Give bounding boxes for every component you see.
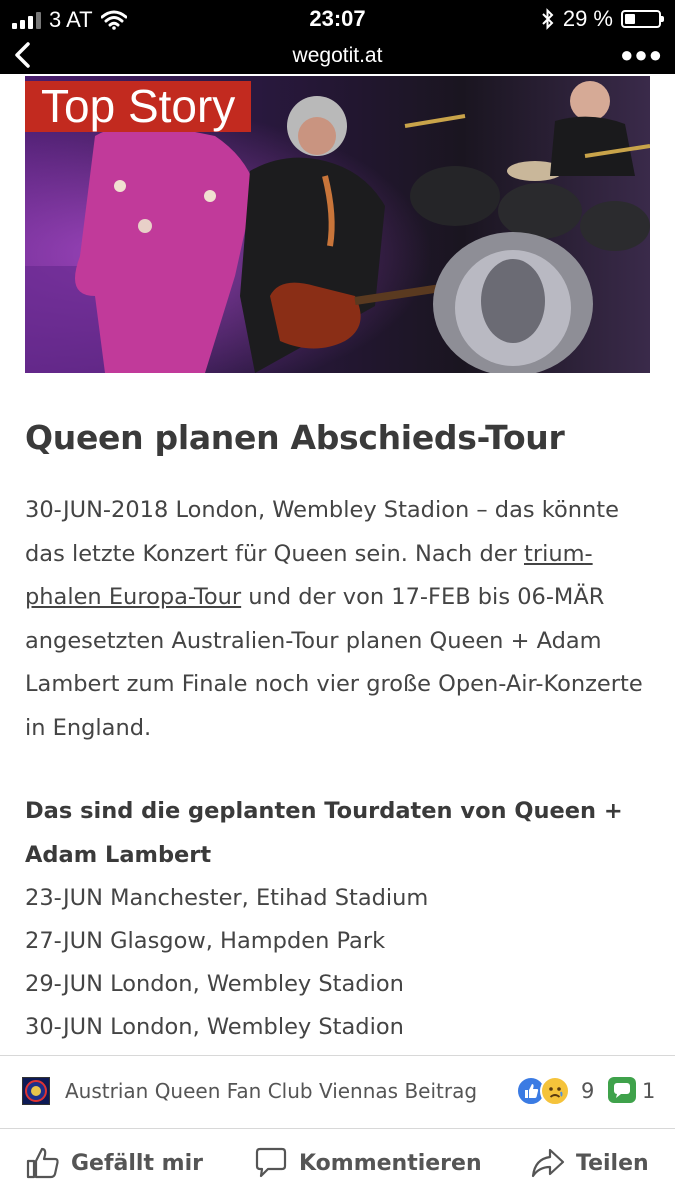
tour-date: 27-JUN Glasgow, Hampden Park [25, 928, 386, 954]
reactions-count[interactable]: 9 [581, 1079, 594, 1103]
more-dots-icon[interactable]: ●●● [620, 42, 663, 68]
thumbs-up-icon [26, 1147, 59, 1179]
hero-image: Top Story [25, 76, 650, 373]
facebook-post-info: Austrian Queen Fan Club Viennas Beitrag … [0, 1062, 675, 1126]
article-title: Queen planen Abschieds-Tour [25, 418, 565, 457]
share-label: Teilen [576, 1150, 649, 1176]
status-right: 29 % [541, 6, 664, 32]
tour-dates-heading: Das sind die geplanten Tourdaten von Que… [25, 798, 623, 868]
like-label: Gefällt mir [71, 1150, 203, 1176]
comments-count[interactable]: 1 [642, 1079, 655, 1103]
tour-date: 30-JUN London, Wembley Stadion [25, 1014, 404, 1040]
comment-button[interactable]: Kommentieren [253, 1146, 482, 1180]
battery-percent: 29 % [562, 6, 613, 31]
divider [0, 1128, 675, 1129]
article-intro: 30-JUN-2018 London, Wembley Stadion – da… [25, 489, 650, 750]
sad-face-icon [540, 1076, 570, 1106]
page-avatar[interactable] [22, 1077, 50, 1105]
comment-count-icon [608, 1077, 636, 1103]
comment-label: Kommentieren [299, 1150, 482, 1176]
tour-date: 29-JUN London, Wembley Stadion [25, 971, 404, 997]
share-arrow-icon [531, 1148, 565, 1178]
battery-icon [621, 10, 664, 28]
facebook-action-bar: Gefällt mir Kommentieren Teilen [0, 1130, 675, 1200]
tour-date: 23-JUN Manchester, Etihad Stadium [25, 885, 429, 911]
like-button[interactable]: Gefällt mir [25, 1146, 203, 1180]
comment-icon [255, 1147, 287, 1178]
divider [0, 1055, 675, 1056]
bluetooth-icon [542, 8, 554, 30]
page-name[interactable]: Austrian Queen Fan Club Viennas Beitrag [65, 1079, 477, 1103]
page-url[interactable]: wegotit.at [0, 44, 675, 68]
top-story-badge: Top Story [25, 81, 252, 132]
share-button[interactable]: Teilen [530, 1146, 649, 1180]
status-bar: 3 AT 23:07 29 % [0, 0, 675, 38]
tour-dates-list: 23-JUN Manchester, Etihad Stadium 27-JUN… [25, 877, 650, 1049]
browser-nav-bar: wegotit.at ●●● [0, 38, 675, 74]
